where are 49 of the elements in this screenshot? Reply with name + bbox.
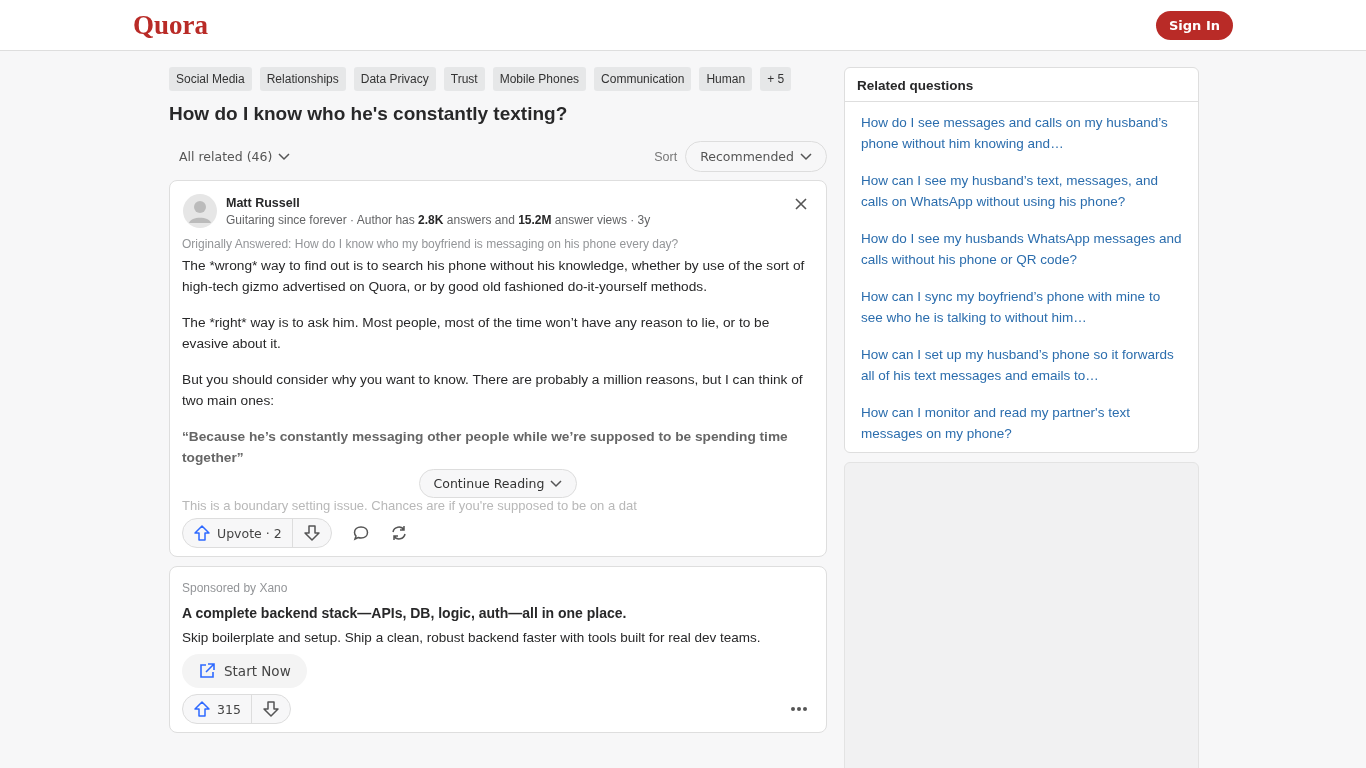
logo[interactable]: Quora [133, 9, 208, 41]
start-now-button[interactable]: Start Now [182, 654, 307, 688]
sort-label: Sort [654, 149, 678, 164]
avatar-placeholder [182, 193, 218, 229]
chevron-down-icon [278, 152, 291, 161]
chevron-down-icon [800, 152, 812, 161]
more-options-icon[interactable] [790, 706, 808, 712]
answer-paragraph: “Because he’s constantly messaging other people while we’re supposed to be spending time together” [182, 428, 789, 467]
topic-tag[interactable]: Human [699, 67, 753, 91]
ad-body: Skip boilerplate and setup. Ship a clean, robust backend faster with tools built for real dev teams. [182, 629, 762, 647]
sort-dropdown[interactable]: Recommended [685, 141, 827, 172]
continue-reading-button[interactable]: Continue Reading [418, 469, 578, 498]
answer-paragraph: This is a boundary setting issue. Chances are if you're supposed to be on a dat [182, 498, 638, 514]
downvote-arrow-icon [261, 700, 280, 718]
answer-paragraph: But you should consider why you want to know. There are probably a million reasons, but I can think of two main ones: [182, 371, 804, 410]
topic-tag[interactable]: Mobile Phones [492, 67, 587, 91]
sponsor-label: Sponsored by Xano [182, 581, 289, 595]
all-related-dropdown[interactable]: All related (46) [169, 145, 301, 168]
more-topics-tag[interactable]: + 5 [760, 67, 792, 91]
upvote-button[interactable]: 315 [183, 695, 251, 723]
answer-paragraph: The *wrong* way to find out is to search his phone without his knowledge, whether by use of the sort of high-tech gizmo advertised on Quora, or by good old fashioned do-it-yourself methods. [182, 257, 806, 296]
topic-tag[interactable]: Social Media [169, 67, 252, 91]
related-question-link[interactable]: How can I see my husband’s text, messages, and calls on WhatsApp without using his phone? [861, 170, 1182, 212]
related-question-link[interactable]: How do I see my husbands WhatsApp messages and calls without his phone or QR code? [861, 228, 1182, 270]
comment-icon[interactable] [351, 524, 370, 542]
topic-tag[interactable]: Communication [594, 67, 692, 91]
downvote-arrow-icon [302, 524, 321, 542]
topic-tag[interactable]: Data Privacy [353, 67, 436, 91]
external-link-icon [198, 662, 216, 680]
ad-headline[interactable]: A complete backend stack—APIs, DB, logic, auth—all in one place. [182, 605, 814, 621]
related-question-link[interactable]: How do I see messages and calls on my husband’s phone without him knowing and… [861, 112, 1182, 154]
author-name[interactable]: Matt Russell [226, 196, 786, 210]
originally-answered: Originally Answered: How do I know who my boyfriend is messaging on his phone every day? [182, 237, 680, 251]
related-question-link[interactable]: How can I sync my boyfriend’s phone with mine to see who he is talking to without him… [861, 286, 1182, 328]
topic-tag[interactable]: Trust [443, 67, 485, 91]
chevron-down-icon [550, 479, 563, 488]
related-question-link[interactable]: How can I set up my husband’s phone so it forwards all of his text messages and emails to… [861, 344, 1182, 386]
close-icon[interactable] [794, 197, 808, 211]
related-questions-title: Related questions [845, 68, 1198, 102]
related-question-link[interactable]: How can I monitor and read my partner's text messages on my phone? [861, 402, 1182, 444]
sign-in-button[interactable]: Sign In [1156, 10, 1233, 40]
upvote-button[interactable]: Upvote · 2 [183, 519, 292, 547]
upvote-arrow-icon [193, 700, 211, 718]
upvote-arrow-icon [193, 524, 211, 542]
share-cycle-icon[interactable] [389, 524, 408, 542]
answer-paragraph: The *right* way is to ask him. Most people, most of the time won’t have any reason to lie, or to be evasive about it. [182, 314, 771, 353]
topic-tag[interactable]: Relationships [259, 67, 346, 91]
question-title: How do I know who he's constantly texting? [169, 103, 569, 125]
author-credential: Guitaring since forever · Author has 2.8K answers and 15.2M answer views · 3y [226, 213, 652, 227]
